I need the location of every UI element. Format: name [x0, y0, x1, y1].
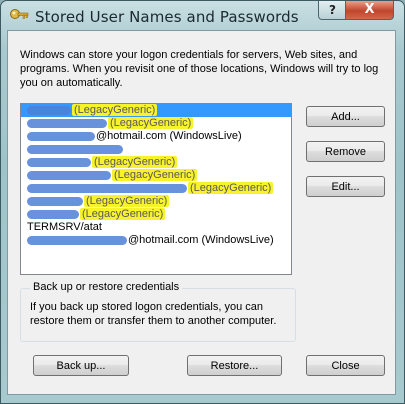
help-button[interactable]: ?	[318, 1, 347, 20]
edit-button[interactable]: Edit...	[306, 176, 385, 197]
key-icon	[10, 9, 29, 19]
add-button[interactable]: Add...	[306, 106, 385, 127]
credential-list-item[interactable]: (LegacyGeneric)	[21, 195, 291, 208]
remove-button[interactable]: Remove	[306, 141, 385, 162]
credential-list-item[interactable]: (LegacyGeneric)	[21, 104, 291, 117]
credential-label: (LegacyGeneric)	[80, 208, 166, 220]
credential-list-item[interactable]	[21, 143, 291, 156]
redacted-username	[27, 170, 111, 180]
title-bar[interactable]: Stored User Names and Passwords ? X	[1, 1, 404, 31]
credential-list-item[interactable]: (LegacyGeneric)	[21, 156, 291, 169]
credential-list-item[interactable]: (LegacyGeneric)	[21, 182, 291, 195]
credential-list-item[interactable]: TERMSRV/atat	[21, 221, 291, 234]
redacted-username	[27, 157, 91, 167]
backup-button[interactable]: Back up...	[33, 355, 129, 376]
credential-list-item[interactable]: (LegacyGeneric)	[21, 169, 291, 182]
close-button[interactable]: Close	[306, 355, 385, 376]
redacted-username	[27, 105, 71, 115]
window-close-button[interactable]: X	[345, 1, 394, 20]
window-title: Stored User Names and Passwords	[35, 8, 299, 26]
backup-group-description: If you back up stored logon credentials,…	[30, 301, 277, 327]
credential-label: (LegacyGeneric)	[84, 195, 170, 207]
credentials-listbox[interactable]: (LegacyGeneric) (LegacyGeneric) @hotmail.c…	[20, 103, 292, 275]
redacted-username	[27, 196, 83, 206]
redacted-username	[27, 118, 107, 128]
credential-label: (LegacyGeneric)	[108, 117, 194, 129]
redacted-username	[27, 144, 123, 154]
credential-label: @hotmail.com (WindowsLive)	[96, 130, 242, 142]
credential-list-item[interactable]: (LegacyGeneric)	[21, 208, 291, 221]
credential-list-item[interactable]: @hotmail.com (WindowsLive)	[21, 130, 291, 143]
credential-label: @hotmail.com (WindowsLive)	[128, 234, 274, 246]
credential-label: TERMSRV/atat	[27, 221, 102, 233]
backup-group-title: Back up or restore credentials	[30, 281, 183, 293]
restore-button[interactable]: Restore...	[187, 355, 282, 376]
redacted-username	[27, 183, 187, 193]
credential-label: (LegacyGeneric)	[112, 169, 198, 181]
credential-label: (LegacyGeneric)	[72, 104, 158, 116]
redacted-username	[27, 209, 79, 219]
redacted-username	[27, 235, 127, 245]
credential-label: (LegacyGeneric)	[92, 156, 178, 168]
credential-list-item[interactable]: @hotmail.com (WindowsLive)	[21, 234, 291, 247]
intro-text: Windows can store your logon credentials…	[20, 49, 379, 89]
redacted-username	[27, 131, 95, 141]
credential-label: (LegacyGeneric)	[188, 182, 274, 194]
credential-list-item[interactable]: (LegacyGeneric)	[21, 117, 291, 130]
